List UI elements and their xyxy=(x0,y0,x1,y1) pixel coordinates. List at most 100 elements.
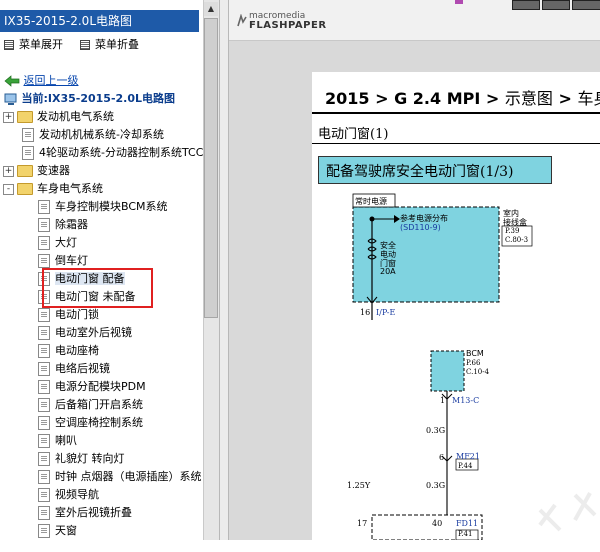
doc-title: 2015 > G 2.4 MPI > 示意图 > 车身 xyxy=(325,85,600,109)
conn-m13c: M13-C xyxy=(452,396,480,405)
folder-icon xyxy=(17,165,33,177)
collapse-toggle-icon[interactable]: - xyxy=(3,183,14,195)
tree-item-label: 礼貌灯 转向灯 xyxy=(55,452,125,465)
folder-icon xyxy=(17,111,33,123)
toolbar-button[interactable] xyxy=(572,0,600,10)
expand-toggle-icon[interactable]: + xyxy=(3,111,14,123)
current-path-label: 当前:IX35-2015-2.0L电路图 xyxy=(21,92,176,105)
wire-125y: 1.25Y xyxy=(347,481,371,490)
document-icon xyxy=(38,434,50,448)
pane-divider[interactable] xyxy=(219,0,229,540)
tree-leaf[interactable]: 电动门锁 xyxy=(0,306,203,324)
room-page: P.39 xyxy=(505,227,520,235)
toolbar-button[interactable] xyxy=(512,0,540,10)
tree-leaf[interactable]: 后备箱门开启系统 xyxy=(0,396,203,414)
tree-folder[interactable]: + 发动机电气系统 xyxy=(0,108,203,126)
document-icon xyxy=(38,470,50,484)
pin-16: 16 xyxy=(360,308,371,317)
scrollbar-thumb[interactable] xyxy=(204,18,218,318)
fuse-amp: 20A xyxy=(380,267,396,276)
conn-fd11: FD11 xyxy=(456,519,479,528)
ref-code: (SD110-9) xyxy=(400,223,441,232)
scroll-up-icon[interactable]: ▲ xyxy=(204,2,218,16)
document-icon xyxy=(38,524,50,538)
menu-collapse-button[interactable]: 菜单折叠 xyxy=(76,37,139,53)
pin-40: 40 xyxy=(432,519,443,528)
document-icon xyxy=(38,344,50,358)
flashpaper-logo-icon xyxy=(237,14,247,27)
tree-leaf[interactable]: 时钟 点烟器（电源插座）系统 xyxy=(0,468,203,486)
fd11-page: P.41 xyxy=(458,530,473,538)
tree-leaf[interactable]: 礼貌灯 转向灯 xyxy=(0,450,203,468)
tree-item-label: 电动座椅 xyxy=(55,344,99,357)
tree-leaf[interactable]: 室外后视镜折叠 xyxy=(0,504,203,522)
tree-leaf[interactable]: 电动室外后视镜 xyxy=(0,324,203,342)
tree-item-label: 4轮驱动系统-分动器控制系统TCC xyxy=(39,146,203,159)
subtitle-rule xyxy=(312,143,600,144)
doc-title-sep: > xyxy=(375,89,389,108)
document-icon xyxy=(22,146,34,160)
menu-icon xyxy=(4,40,14,50)
tree-folder[interactable]: + 变速器 xyxy=(0,162,203,180)
tree-leaf[interactable]: 除霜器 xyxy=(0,216,203,234)
tree-leaf[interactable]: 电络后视镜 xyxy=(0,360,203,378)
pin-6: 6 xyxy=(439,453,445,462)
document-icon xyxy=(38,398,50,412)
document-icon xyxy=(38,254,50,268)
doc-title-year: 2015 xyxy=(325,89,370,108)
menu-icon xyxy=(80,40,90,50)
menu-expand-button[interactable]: 菜单展开 xyxy=(0,37,63,53)
tree-item-label: 喇叭 xyxy=(55,434,77,447)
logo-bottom-text: FLASHPAPER xyxy=(249,20,327,31)
tree-item-label: 天窗 xyxy=(55,524,77,537)
doc-title-sep: > xyxy=(558,89,572,108)
tree-pane: IX35-2015-2.0L电路图 菜单展开 菜单折叠 返回上一级 当前:IX3… xyxy=(0,0,203,540)
tree-item-label: 空调座椅控制系统 xyxy=(55,416,143,429)
menu-expand-label: 菜单展开 xyxy=(19,38,63,51)
tree-leaf[interactable]: 发动机机械系统-冷却系统 xyxy=(0,126,203,144)
folder-icon xyxy=(17,183,33,195)
tree-leaf[interactable]: 4轮驱动系统-分动器控制系统TCC xyxy=(0,144,203,162)
banner-text: 配备驾驶席安全电动门窗(1/3) xyxy=(326,164,514,180)
tree-leaf[interactable]: 大灯 xyxy=(0,234,203,252)
watermark-mark xyxy=(538,492,597,532)
tree-item-label: 发动机电气系统 xyxy=(37,110,114,123)
back-link[interactable]: 返回上一级 xyxy=(4,73,79,89)
toolbar-button[interactable] xyxy=(542,0,570,10)
wire-03g-a: 0.3G xyxy=(426,426,446,435)
document-icon xyxy=(38,236,50,250)
document-icon xyxy=(38,452,50,466)
wire-03g-b: 0.3G xyxy=(426,481,446,490)
document-icon xyxy=(38,416,50,430)
tree-leaf[interactable]: 空调座椅控制系统 xyxy=(0,414,203,432)
pin-1: 1 xyxy=(440,396,446,405)
document-icon xyxy=(38,218,50,232)
tree-item-label: 变速器 xyxy=(37,164,70,177)
tree-leaf[interactable]: 电动座椅 xyxy=(0,342,203,360)
tree-item-label: 室外后视镜折叠 xyxy=(55,506,132,519)
tree-leaf[interactable]: 电源分配模块PDM xyxy=(0,378,203,396)
back-arrow-icon xyxy=(4,75,20,87)
tree-item-label: 大灯 xyxy=(55,236,77,249)
tree-item-label: 视频导航 xyxy=(55,488,99,501)
tree-leaf[interactable]: 天窗 xyxy=(0,522,203,540)
document-icon xyxy=(38,308,50,322)
pin-17: 17 xyxy=(357,519,368,528)
expand-toggle-icon[interactable]: + xyxy=(3,165,14,177)
tree-item-label: 电源分配模块PDM xyxy=(55,380,146,393)
tree-folder[interactable]: - 车身电气系统 xyxy=(0,180,203,198)
computer-icon xyxy=(4,93,17,105)
document-icon xyxy=(22,128,34,142)
conn-ipe: I/P-E xyxy=(376,308,396,317)
tree-item-label: 车身控制模块BCM系统 xyxy=(55,200,168,213)
mf21-page: P.44 xyxy=(458,462,473,470)
doc-title-section: 车身 xyxy=(577,89,600,108)
tree-leaf[interactable]: 车身控制模块BCM系统 xyxy=(0,198,203,216)
doc-title-kind: 示意图 xyxy=(504,89,553,108)
tree-leaf[interactable]: 喇叭 xyxy=(0,432,203,450)
document-icon xyxy=(38,488,50,502)
doc-subtitle: 电动门窗(1) xyxy=(318,127,389,142)
tree-leaf[interactable]: 视频导航 xyxy=(0,486,203,504)
document-icon xyxy=(38,506,50,520)
tree-list: + 发动机电气系统发动机机械系统-冷却系统 4轮驱动系统-分动器控制系统TCC + 变速… xyxy=(0,108,203,540)
